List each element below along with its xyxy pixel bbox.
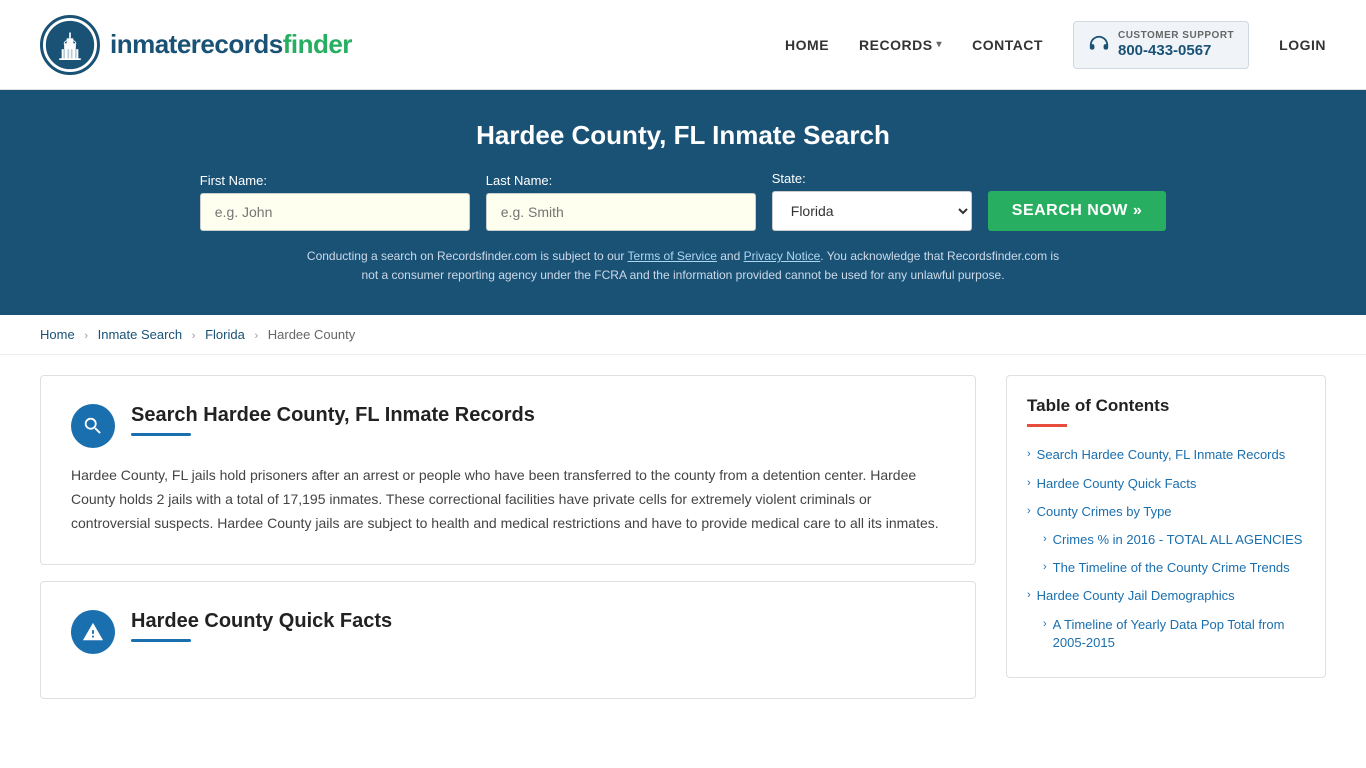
first-name-label: First Name:: [200, 173, 267, 188]
toc-title: Table of Contents: [1027, 396, 1305, 416]
quick-facts-title: Hardee County Quick Facts: [131, 610, 392, 633]
toc-link-7[interactable]: A Timeline of Yearly Data Pop Total from…: [1053, 616, 1305, 652]
toc-link-1[interactable]: Search Hardee County, FL Inmate Records: [1037, 446, 1286, 464]
toc-chevron-icon-5: ›: [1043, 561, 1047, 573]
section-body: Hardee County, FL jails hold prisoners a…: [71, 464, 945, 535]
nav-login[interactable]: LOGIN: [1279, 37, 1326, 53]
toc-chevron-icon-3: ›: [1027, 505, 1031, 517]
toc-item-6: › Hardee County Jail Demographics: [1027, 582, 1305, 610]
toc-chevron-icon-4: ›: [1043, 533, 1047, 545]
state-label: State:: [772, 171, 806, 186]
logo-text: inmaterecordsfinder: [110, 29, 352, 60]
toc-link-5[interactable]: The Timeline of the County Crime Trends: [1053, 559, 1290, 577]
toc-link-2[interactable]: Hardee County Quick Facts: [1037, 475, 1197, 493]
search-section-icon: [71, 404, 115, 448]
last-name-group: Last Name:: [486, 173, 756, 231]
breadcrumb: Home › Inmate Search › Florida › Hardee …: [0, 315, 1366, 355]
breadcrumb-inmate-search[interactable]: Inmate Search: [98, 327, 183, 342]
hero-title: Hardee County, FL Inmate Search: [40, 120, 1326, 151]
toc-divider: [1027, 424, 1067, 427]
toc-chevron-icon-6: ›: [1027, 589, 1031, 601]
search-form: First Name: Last Name: State: Florida Al…: [40, 171, 1326, 231]
section-header: Search Hardee County, FL Inmate Records: [71, 404, 945, 448]
hero-section: Hardee County, FL Inmate Search First Na…: [0, 90, 1366, 315]
toc-chevron-icon-2: ›: [1027, 477, 1031, 489]
toc-item-2: › Hardee County Quick Facts: [1027, 470, 1305, 498]
site-header: inmaterecordsfinder HOME RECORDS ▾ CONTA…: [0, 0, 1366, 90]
sidebar: Table of Contents › Search Hardee County…: [1006, 375, 1326, 714]
terms-of-service-link[interactable]: Terms of Service: [628, 249, 717, 263]
search-records-section: Search Hardee County, FL Inmate Records …: [40, 375, 976, 564]
toc-link-4[interactable]: Crimes % in 2016 - TOTAL ALL AGENCIES: [1053, 531, 1303, 549]
breadcrumb-sep-3: ›: [254, 330, 258, 342]
breadcrumb-florida[interactable]: Florida: [205, 327, 245, 342]
nav-contact[interactable]: CONTACT: [972, 37, 1043, 53]
toc-item-4: › Crimes % in 2016 - TOTAL ALL AGENCIES: [1027, 526, 1305, 554]
toc-chevron-icon: ›: [1027, 448, 1031, 460]
warning-icon: [82, 621, 104, 643]
logo-area: inmaterecordsfinder: [40, 15, 352, 75]
content-area: Search Hardee County, FL Inmate Records …: [40, 375, 1006, 714]
last-name-label: Last Name:: [486, 173, 552, 188]
headset-icon: [1088, 34, 1110, 56]
magnifier-icon: [82, 415, 104, 437]
state-select[interactable]: Florida Alabama Georgia Texas: [772, 191, 972, 231]
chevron-down-icon: ▾: [937, 39, 943, 50]
quick-facts-section: Hardee County Quick Facts: [40, 581, 976, 699]
last-name-input[interactable]: [486, 193, 756, 231]
search-now-button[interactable]: SEARCH NOW »: [988, 191, 1166, 231]
first-name-group: First Name:: [200, 173, 470, 231]
support-text: CUSTOMER SUPPORT 800-433-0567: [1118, 30, 1234, 60]
quick-facts-underline: [131, 639, 191, 642]
toc-item-1: › Search Hardee County, FL Inmate Record…: [1027, 441, 1305, 469]
nav-records[interactable]: RECORDS ▾: [859, 37, 942, 53]
toc-item-5: › The Timeline of the County Crime Trend…: [1027, 554, 1305, 582]
quick-facts-header: Hardee County Quick Facts: [71, 610, 945, 654]
breadcrumb-sep-1: ›: [84, 330, 88, 342]
breadcrumb-home[interactable]: Home: [40, 327, 75, 342]
privacy-notice-link[interactable]: Privacy Notice: [744, 249, 821, 263]
main-nav: HOME RECORDS ▾ CONTACT CUSTOMER SUPPORT …: [785, 21, 1326, 69]
quick-facts-icon: [71, 610, 115, 654]
toc-item-3: › County Crimes by Type: [1027, 498, 1305, 526]
first-name-input[interactable]: [200, 193, 470, 231]
section-title: Search Hardee County, FL Inmate Records: [131, 404, 535, 427]
state-group: State: Florida Alabama Georgia Texas: [772, 171, 972, 231]
toc-link-3[interactable]: County Crimes by Type: [1037, 503, 1172, 521]
section-underline: [131, 433, 191, 436]
breadcrumb-hardee-county: Hardee County: [268, 327, 355, 342]
breadcrumb-sep-2: ›: [192, 330, 196, 342]
toc-chevron-icon-7: ›: [1043, 618, 1047, 630]
main-content: Search Hardee County, FL Inmate Records …: [0, 355, 1366, 734]
toc-item-7: › A Timeline of Yearly Data Pop Total fr…: [1027, 611, 1305, 657]
customer-support-button[interactable]: CUSTOMER SUPPORT 800-433-0567: [1073, 21, 1249, 69]
toc-link-6[interactable]: Hardee County Jail Demographics: [1037, 587, 1235, 605]
nav-home[interactable]: HOME: [785, 37, 829, 53]
logo-icon: [40, 15, 100, 75]
toc-box: Table of Contents › Search Hardee County…: [1006, 375, 1326, 678]
hero-disclaimer: Conducting a search on Recordsfinder.com…: [303, 247, 1063, 285]
